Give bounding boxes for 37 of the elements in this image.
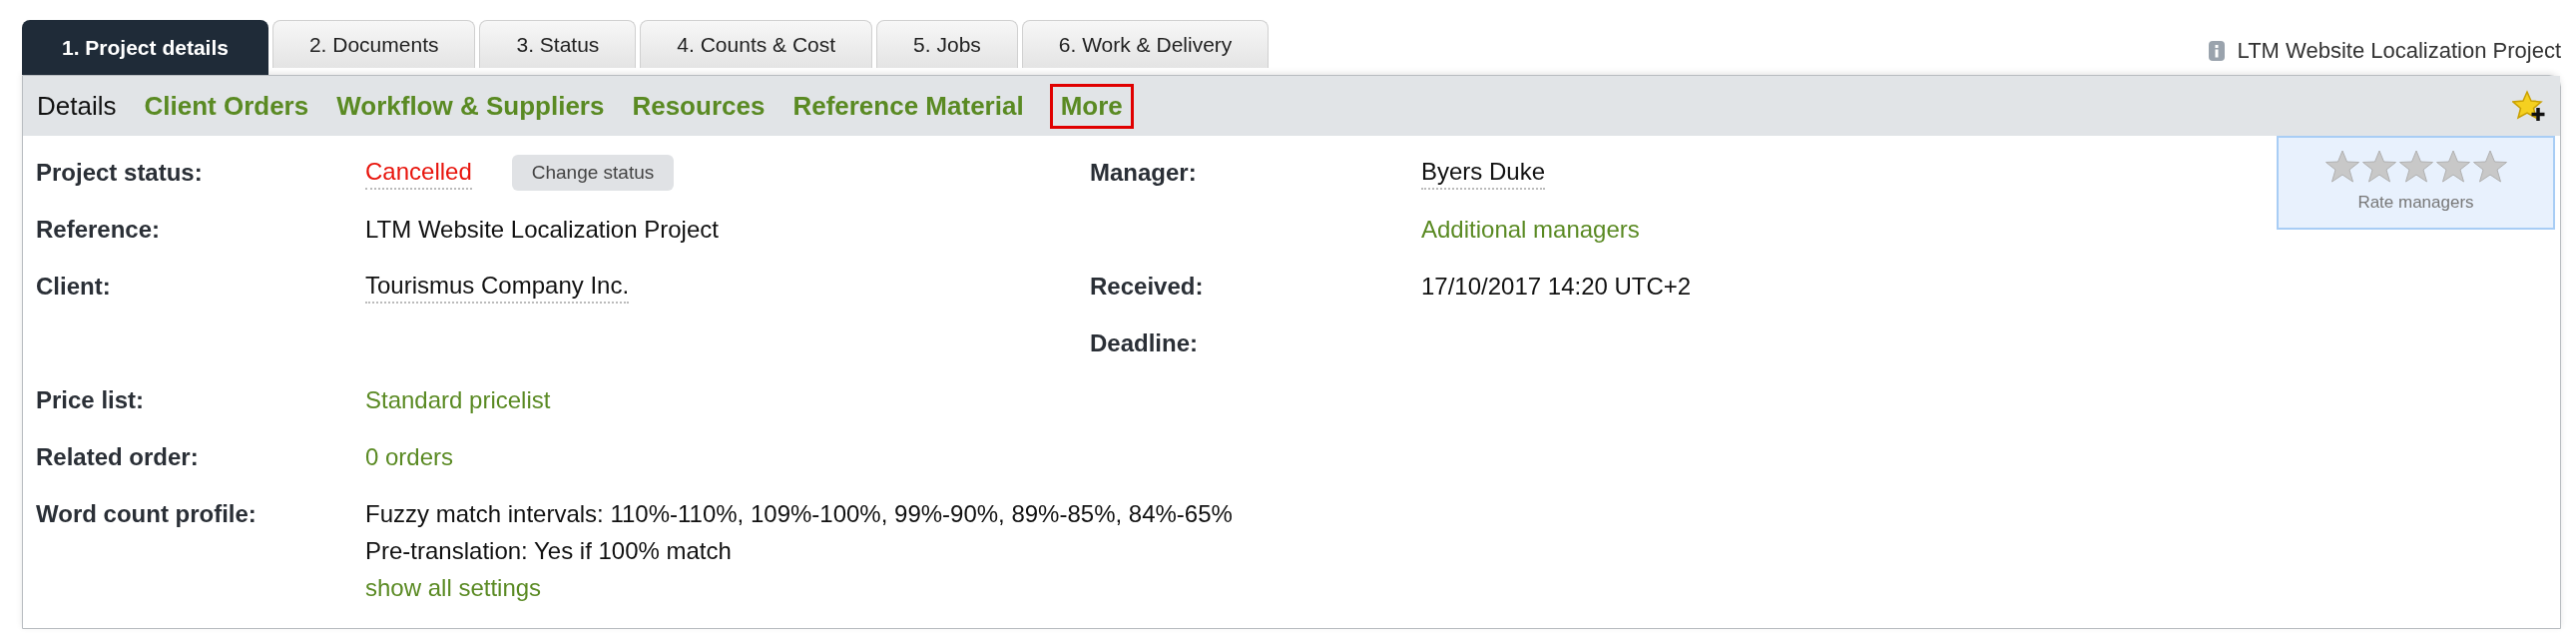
rating-label: Rate managers bbox=[2357, 192, 2474, 214]
field-label: Client: bbox=[36, 273, 111, 300]
tab[interactable]: 5. Jobs bbox=[876, 20, 1018, 68]
field-label: Related order: bbox=[36, 443, 199, 470]
star-icon[interactable] bbox=[2434, 150, 2471, 184]
field-label: Received: bbox=[1090, 273, 1204, 300]
star-icon[interactable] bbox=[2360, 150, 2397, 184]
field-label: Price list: bbox=[36, 386, 145, 413]
tab[interactable]: 6. Work & Delivery bbox=[1021, 20, 1270, 68]
star-icon[interactable] bbox=[2471, 150, 2508, 184]
status-value[interactable]: Cancelled bbox=[365, 155, 472, 190]
field-value[interactable]: Tourismus Company Inc. bbox=[365, 269, 630, 304]
field-link[interactable]: 0 orders bbox=[365, 438, 454, 475]
subnav-link[interactable]: Details bbox=[35, 86, 119, 126]
field-label: Word count profile: bbox=[36, 500, 257, 527]
tab[interactable]: 4. Counts & Cost bbox=[640, 20, 873, 68]
field-label: Project status: bbox=[36, 159, 203, 186]
profile-text: Pre-translation: Yes if 100% match bbox=[365, 536, 733, 566]
info-icon bbox=[2207, 39, 2226, 62]
field-label: Manager: bbox=[1090, 159, 1197, 186]
tab[interactable]: 3. Status bbox=[479, 20, 637, 68]
tab[interactable]: 2. Documents bbox=[271, 20, 476, 68]
favorite-add-icon[interactable] bbox=[2512, 90, 2546, 122]
field-value: 17/10/2017 14:20 UTC+2 bbox=[1421, 272, 1692, 302]
star-icon[interactable] bbox=[2397, 150, 2434, 184]
field-label: Reference: bbox=[36, 216, 161, 243]
change-status-button[interactable]: Change status bbox=[511, 154, 675, 191]
field-value[interactable]: Byers Duke bbox=[1421, 155, 1546, 190]
project-title: LTM Website Localization Project bbox=[2237, 37, 2561, 65]
star-icon[interactable] bbox=[2323, 150, 2360, 184]
tab[interactable]: 1. Project details bbox=[22, 20, 268, 75]
show-settings-link[interactable]: show all settings bbox=[365, 569, 542, 606]
field-link[interactable]: Additional managers bbox=[1421, 211, 1640, 248]
field-label: Deadline: bbox=[1090, 329, 1199, 356]
field-value: LTM Website Localization Project bbox=[365, 215, 719, 245]
field-link[interactable]: Standard pricelist bbox=[365, 381, 551, 418]
profile-text: Fuzzy match intervals: 110%-110%, 109%-100%, 99%-90%, 89%-85%, 84%-65% bbox=[365, 499, 1234, 529]
